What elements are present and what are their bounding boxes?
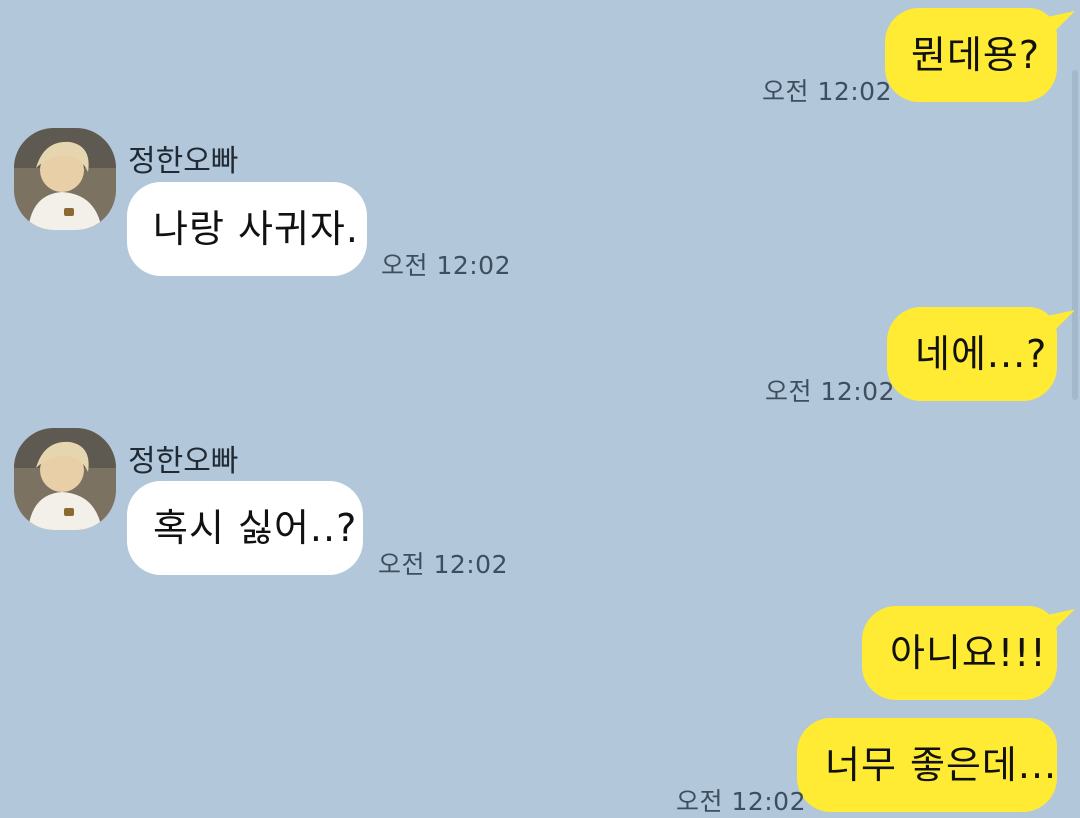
sender-name: 정한오빠 — [128, 444, 239, 479]
sender-avatar[interactable] — [14, 128, 116, 230]
profile-photo-icon — [14, 128, 116, 230]
sender-avatar[interactable] — [14, 428, 116, 530]
scrollbar-thumb[interactable] — [1072, 70, 1078, 400]
incoming-message-bubble[interactable]: 혹시 싫어..? — [127, 481, 363, 575]
message-timestamp: 오전 12:02 — [676, 787, 806, 816]
message-timestamp: 오전 12:02 — [381, 251, 511, 280]
sender-name: 정한오빠 — [128, 144, 239, 179]
message-timestamp: 오전 12:02 — [378, 550, 508, 579]
profile-photo-icon — [14, 428, 116, 530]
outgoing-message-bubble[interactable]: 너무 좋은데... — [797, 718, 1057, 812]
message-timestamp: 오전 12:02 — [765, 377, 895, 406]
outgoing-message-bubble[interactable]: 네에...? — [887, 307, 1057, 401]
outgoing-message-bubble[interactable]: 아니요!!! — [862, 606, 1057, 700]
outgoing-message-bubble[interactable]: 뭔데용? — [885, 8, 1057, 102]
message-timestamp: 오전 12:02 — [762, 77, 892, 106]
chat-area[interactable]: 뭔데용? 오전 12:02 정한오빠 나랑 사귀자. 오전 12:02 네에..… — [0, 0, 1080, 816]
incoming-message-bubble[interactable]: 나랑 사귀자. — [127, 182, 367, 276]
